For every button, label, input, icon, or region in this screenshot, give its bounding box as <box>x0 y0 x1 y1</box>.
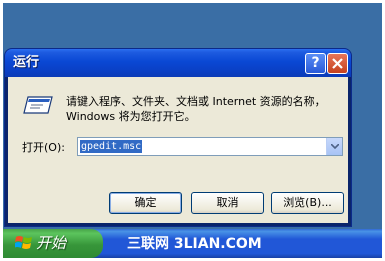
watermark-text: 三联网 3LIAN.COM <box>127 236 262 252</box>
title-bar[interactable]: 运行 ? <box>5 49 351 77</box>
help-icon: ? <box>311 55 320 71</box>
dropdown-button[interactable] <box>326 138 342 155</box>
taskbar: 开始 三联网 3LIAN.COM <box>3 229 382 258</box>
window-title: 运行 <box>13 55 40 70</box>
ok-button[interactable]: 确定 <box>109 192 182 214</box>
cancel-button[interactable]: 取消 <box>191 192 264 214</box>
command-combobox[interactable]: gpedit.msc <box>77 137 343 156</box>
open-label: 打开(O): <box>22 141 65 154</box>
browse-button[interactable]: 浏览(B)... <box>271 192 344 214</box>
start-button[interactable]: 开始 <box>3 229 103 258</box>
help-button[interactable]: ? <box>305 53 326 74</box>
description-text: 请键入程序、文件夹、文档或 Internet 资源的名称，Windows 将为您… <box>66 95 326 123</box>
chevron-down-icon <box>331 144 339 149</box>
close-button[interactable] <box>327 53 348 74</box>
start-label: 开始 <box>36 234 67 252</box>
command-input[interactable]: gpedit.msc <box>80 140 143 153</box>
run-icon <box>23 96 53 114</box>
close-icon <box>332 58 343 69</box>
dialog-body: 请键入程序、文件夹、文档或 Internet 资源的名称，Windows 将为您… <box>8 77 348 223</box>
windows-logo-icon <box>15 236 32 249</box>
run-dialog: 运行 ? 请键入程序、文件夹、文档或 Internet 资源的名称，Window… <box>5 49 351 226</box>
